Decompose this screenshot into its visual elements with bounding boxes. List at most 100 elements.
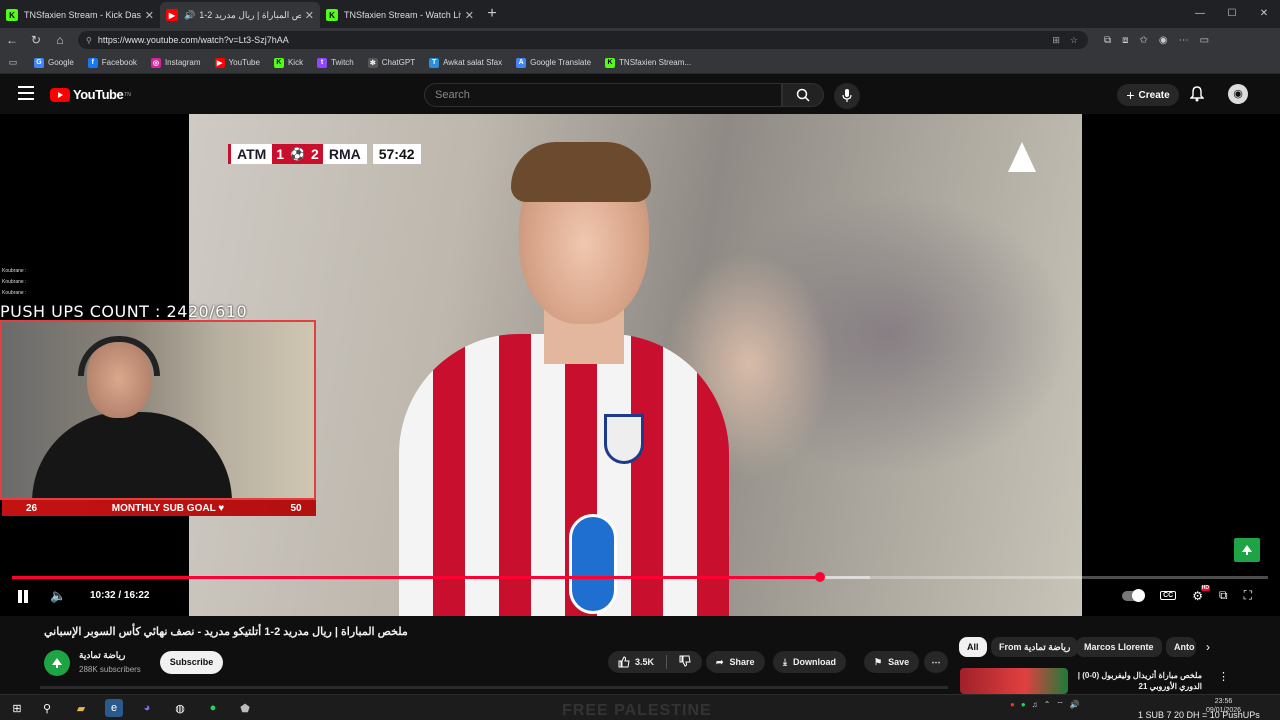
search-button[interactable] [782,83,824,107]
url-field[interactable]: ⚲ https://www.youtube.com/watch?v=Lt3-Sz… [78,31,1088,49]
notifications-button[interactable] [1189,86,1205,107]
chip-all[interactable]: All [959,637,987,657]
account-avatar[interactable]: ◉ [1228,84,1248,104]
more-menu-icon[interactable]: ⋯ [1179,35,1189,46]
collections-icon[interactable]: ▭ [6,57,20,68]
broadcaster-logo [1008,142,1036,172]
chip-from-channel[interactable]: From رياضة تمادية [991,637,1079,657]
bookmark-facebook[interactable]: f Facebook [87,57,137,68]
kick-icon: K [6,9,18,21]
video-progress-bar[interactable] [12,572,1268,582]
split-screen-icon[interactable]: ⧈ [1122,35,1128,46]
overlay-kick-button[interactable] [1234,538,1260,562]
close-tab-icon[interactable]: ✕ [465,9,474,22]
channel-avatar[interactable] [44,650,70,676]
hamburger-menu-icon[interactable] [18,86,34,100]
chip-anto[interactable]: Anto [1166,637,1196,657]
favorites-icon[interactable]: ✩ [1140,35,1148,46]
bookmark-awkat-salat[interactable]: T Awkat salat Sfax [429,57,502,68]
bookmark-twitch[interactable]: t Twitch [317,57,354,68]
edge-icon[interactable]: e [105,699,123,717]
bookmark-kick[interactable]: K Kick [273,57,303,68]
autoplay-toggle[interactable] [1122,588,1146,602]
video-player[interactable]: ATM 1 ⚽ 2 RMA 57:42 Koubrane : Koubrane … [0,114,1280,616]
file-explorer-icon[interactable]: ▰ [72,699,90,717]
tab-youtube[interactable]: ▶ 🔊 ملخص المباراة | ريال مدريد 2-1 ✕ [160,2,320,28]
like-button[interactable]: 3.5K [618,656,654,668]
plus-icon: + [1126,87,1135,103]
close-tab-icon[interactable]: ✕ [305,9,314,22]
save-button[interactable]: ⚑ Save [864,651,920,673]
favorite-star-icon[interactable]: ☆ [1070,35,1078,46]
volume-icon[interactable]: 🔈 [50,588,66,604]
chevron-up-icon[interactable]: ⌃ [1044,700,1051,710]
miniplayer-icon[interactable]: ⧉ [1219,588,1228,603]
speaker-icon[interactable]: 🔊 [184,10,195,21]
address-bar-row: ← ↻ ⌂ ⚲ https://www.youtube.com/watch?v=… [0,28,1280,52]
fullscreen-icon[interactable]: ⛶ [1244,588,1252,603]
windows-start-icon[interactable]: ⊞ [8,699,26,717]
extensions-icon[interactable]: ⧉ [1104,35,1111,46]
app-available-icon[interactable]: ⊞ [1052,35,1060,46]
youtube-logo[interactable]: YouTube TN [50,87,131,102]
sidebar-icon[interactable]: ▭ [1200,35,1209,46]
site-info-icon[interactable]: ⚲ [86,36,92,45]
bookmark-icon: ⚑ [874,656,883,667]
spotify-icon[interactable]: ● [204,699,222,717]
home-icon[interactable]: ⌂ [48,33,72,47]
search-icon [796,88,810,102]
recommended-title[interactable]: ملخص مباراة أتريدال وليفربول (0-0) | الد… [1074,670,1202,694]
bookmark-label: Twitch [331,58,354,67]
bookmark-instagram[interactable]: ◎ Instagram [150,57,201,68]
thumbs-down-icon [679,655,691,667]
video-title: ملخص المباراة | ريال مدريد 2-1 أتلتيكو م… [44,626,408,638]
bookmark-tnsfaxien[interactable]: K TNSfaxien Stream... [605,57,691,68]
reload-icon[interactable]: ↻ [24,33,48,47]
create-button[interactable]: + Create [1117,84,1179,106]
tab-kick-stream[interactable]: K TNSfaxien Stream - Watch Live on ✕ [320,2,480,28]
chip-marcos-llorente[interactable]: Marcos Llorente [1076,637,1162,657]
network-icon[interactable]: ⌔ [1056,700,1064,710]
search-input[interactable]: Search [424,83,782,107]
close-tab-icon[interactable]: ✕ [145,9,154,22]
youtube-play-icon [50,87,70,102]
tab-kick-dashboard[interactable]: K TNSfaxien Stream - Kick Dashboard ✕ [0,2,160,28]
new-tab-button[interactable]: + [480,2,504,28]
obs-icon[interactable]: ◍ [171,699,189,717]
google-icon: G [34,57,44,68]
captions-icon[interactable]: CC [1160,591,1177,600]
profile-icon[interactable]: ◉ [1159,35,1168,46]
more-actions-button[interactable]: ⋯ [924,651,948,673]
sub-goal-bar: 26 MONTHLY SUB GOAL ♥ 50 [2,500,316,516]
tray-app-icon[interactable]: ● [1010,700,1015,710]
sub-goal-current: 26 [26,502,38,514]
subscribe-button[interactable]: Subscribe [160,651,223,674]
recommended-thumbnail[interactable] [960,668,1068,694]
search-icon[interactable]: ⚲ [38,699,56,717]
download-button[interactable]: ⤓ Download [773,651,846,673]
pause-button[interactable] [18,590,30,603]
chevron-right-icon[interactable]: › [1206,640,1210,654]
more-vertical-icon[interactable]: ⋮ [1218,670,1229,683]
volume-icon[interactable]: 🔊 [1070,700,1080,710]
kick-icon: K [326,9,338,21]
close-window-icon[interactable]: ✕ [1248,0,1280,28]
dislike-button[interactable] [679,655,691,669]
channel-name[interactable]: رياضة تمادية [79,650,125,661]
discord-icon[interactable]: ◕ [138,699,156,717]
bookmark-google[interactable]: G Google [34,57,74,68]
maximize-icon[interactable]: ☐ [1216,0,1248,28]
settings-icon[interactable]: ⚙ HD [1192,584,1211,603]
scrubber-handle[interactable] [814,572,825,582]
headset-icon[interactable]: ♫ [1032,700,1038,710]
tray-app-icon[interactable]: ● [1021,700,1026,710]
bookmark-chatgpt[interactable]: ✻ ChatGPT [367,57,415,68]
back-icon[interactable]: ← [0,33,24,47]
share-button[interactable]: ➦ Share [706,651,765,673]
minimize-icon[interactable]: — [1184,0,1216,28]
app-shield-icon[interactable]: ⬟ [236,699,254,717]
bookmark-google-translate[interactable]: A Google Translate [516,57,591,68]
voice-search-button[interactable] [834,83,860,109]
video-frame[interactable] [189,114,1082,616]
bookmark-youtube[interactable]: ▶ YouTube [214,57,260,68]
